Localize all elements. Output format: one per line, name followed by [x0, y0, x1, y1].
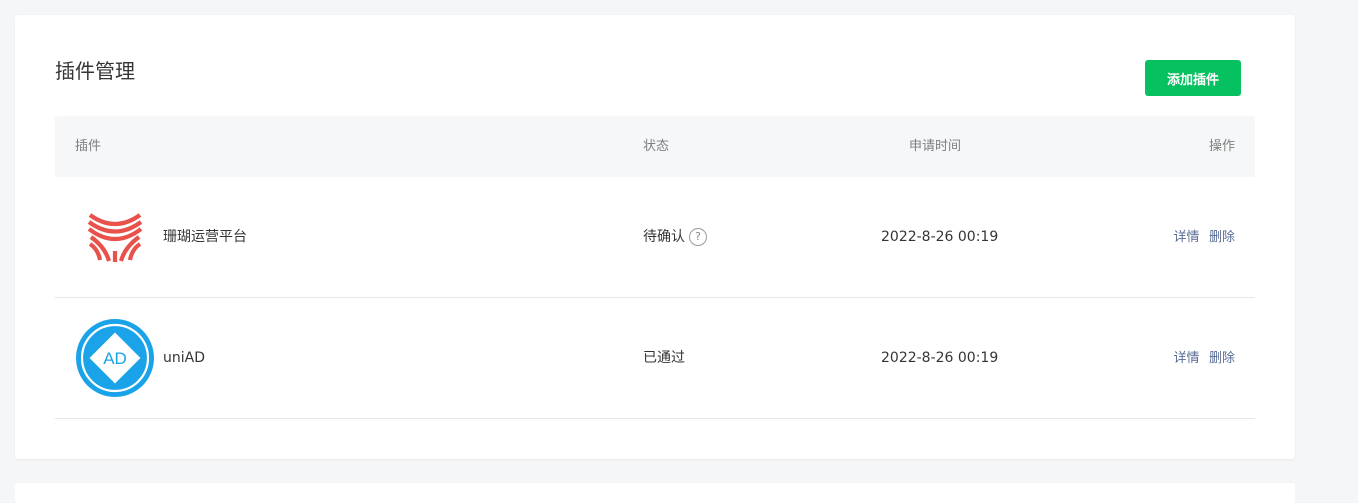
detail-link[interactable]: 详情 [1174, 230, 1200, 245]
header-plugin: 插件 [75, 139, 102, 154]
header-apply-time: 申请时间 [909, 139, 962, 154]
delete-link[interactable]: 删除 [1209, 230, 1235, 245]
plugin-name: 珊瑚运营平台 [163, 229, 247, 245]
uniad-logo-text: AD [103, 349, 127, 368]
table-row: AD uniAD 已通过 2022-8-26 00:19 详情 删除 [55, 298, 1255, 419]
page-title: 插件管理 [55, 59, 135, 83]
detail-link[interactable]: 详情 [1174, 351, 1200, 366]
status-cell: 待确认 ? [643, 177, 707, 297]
delete-link[interactable]: 删除 [1209, 351, 1235, 366]
plugin-name: uniAD [163, 350, 205, 366]
status-cell: 已通过 [643, 298, 685, 418]
apply-time: 2022-8-26 00:19 [881, 229, 999, 245]
plugin-management-card: 插件管理 添加插件 插件 状态 申请时间 操作 珊瑚运营平台 待确认 ? 202… [15, 15, 1295, 459]
add-plugin-button[interactable]: 添加插件 [1145, 60, 1241, 96]
question-icon[interactable]: ? [689, 228, 707, 246]
table-row: 珊瑚运营平台 待确认 ? 2022-8-26 00:19 详情 删除 [55, 177, 1255, 298]
next-card [15, 483, 1295, 503]
uniad-logo-icon: AD [75, 318, 155, 398]
header-status: 状态 [643, 139, 670, 154]
coral-logo-icon [75, 197, 155, 277]
status-text: 待确认 [643, 229, 685, 245]
table-header: 插件 状态 申请时间 操作 [55, 116, 1255, 177]
apply-time: 2022-8-26 00:19 [881, 350, 999, 366]
row-operations: 详情 删除 [1174, 177, 1235, 298]
row-operations: 详情 删除 [1174, 298, 1235, 419]
status-text: 已通过 [643, 350, 685, 366]
plugin-table: 插件 状态 申请时间 操作 珊瑚运营平台 待确认 ? 2022-8-26 00:… [55, 116, 1255, 419]
header-operations: 操作 [1208, 139, 1235, 154]
